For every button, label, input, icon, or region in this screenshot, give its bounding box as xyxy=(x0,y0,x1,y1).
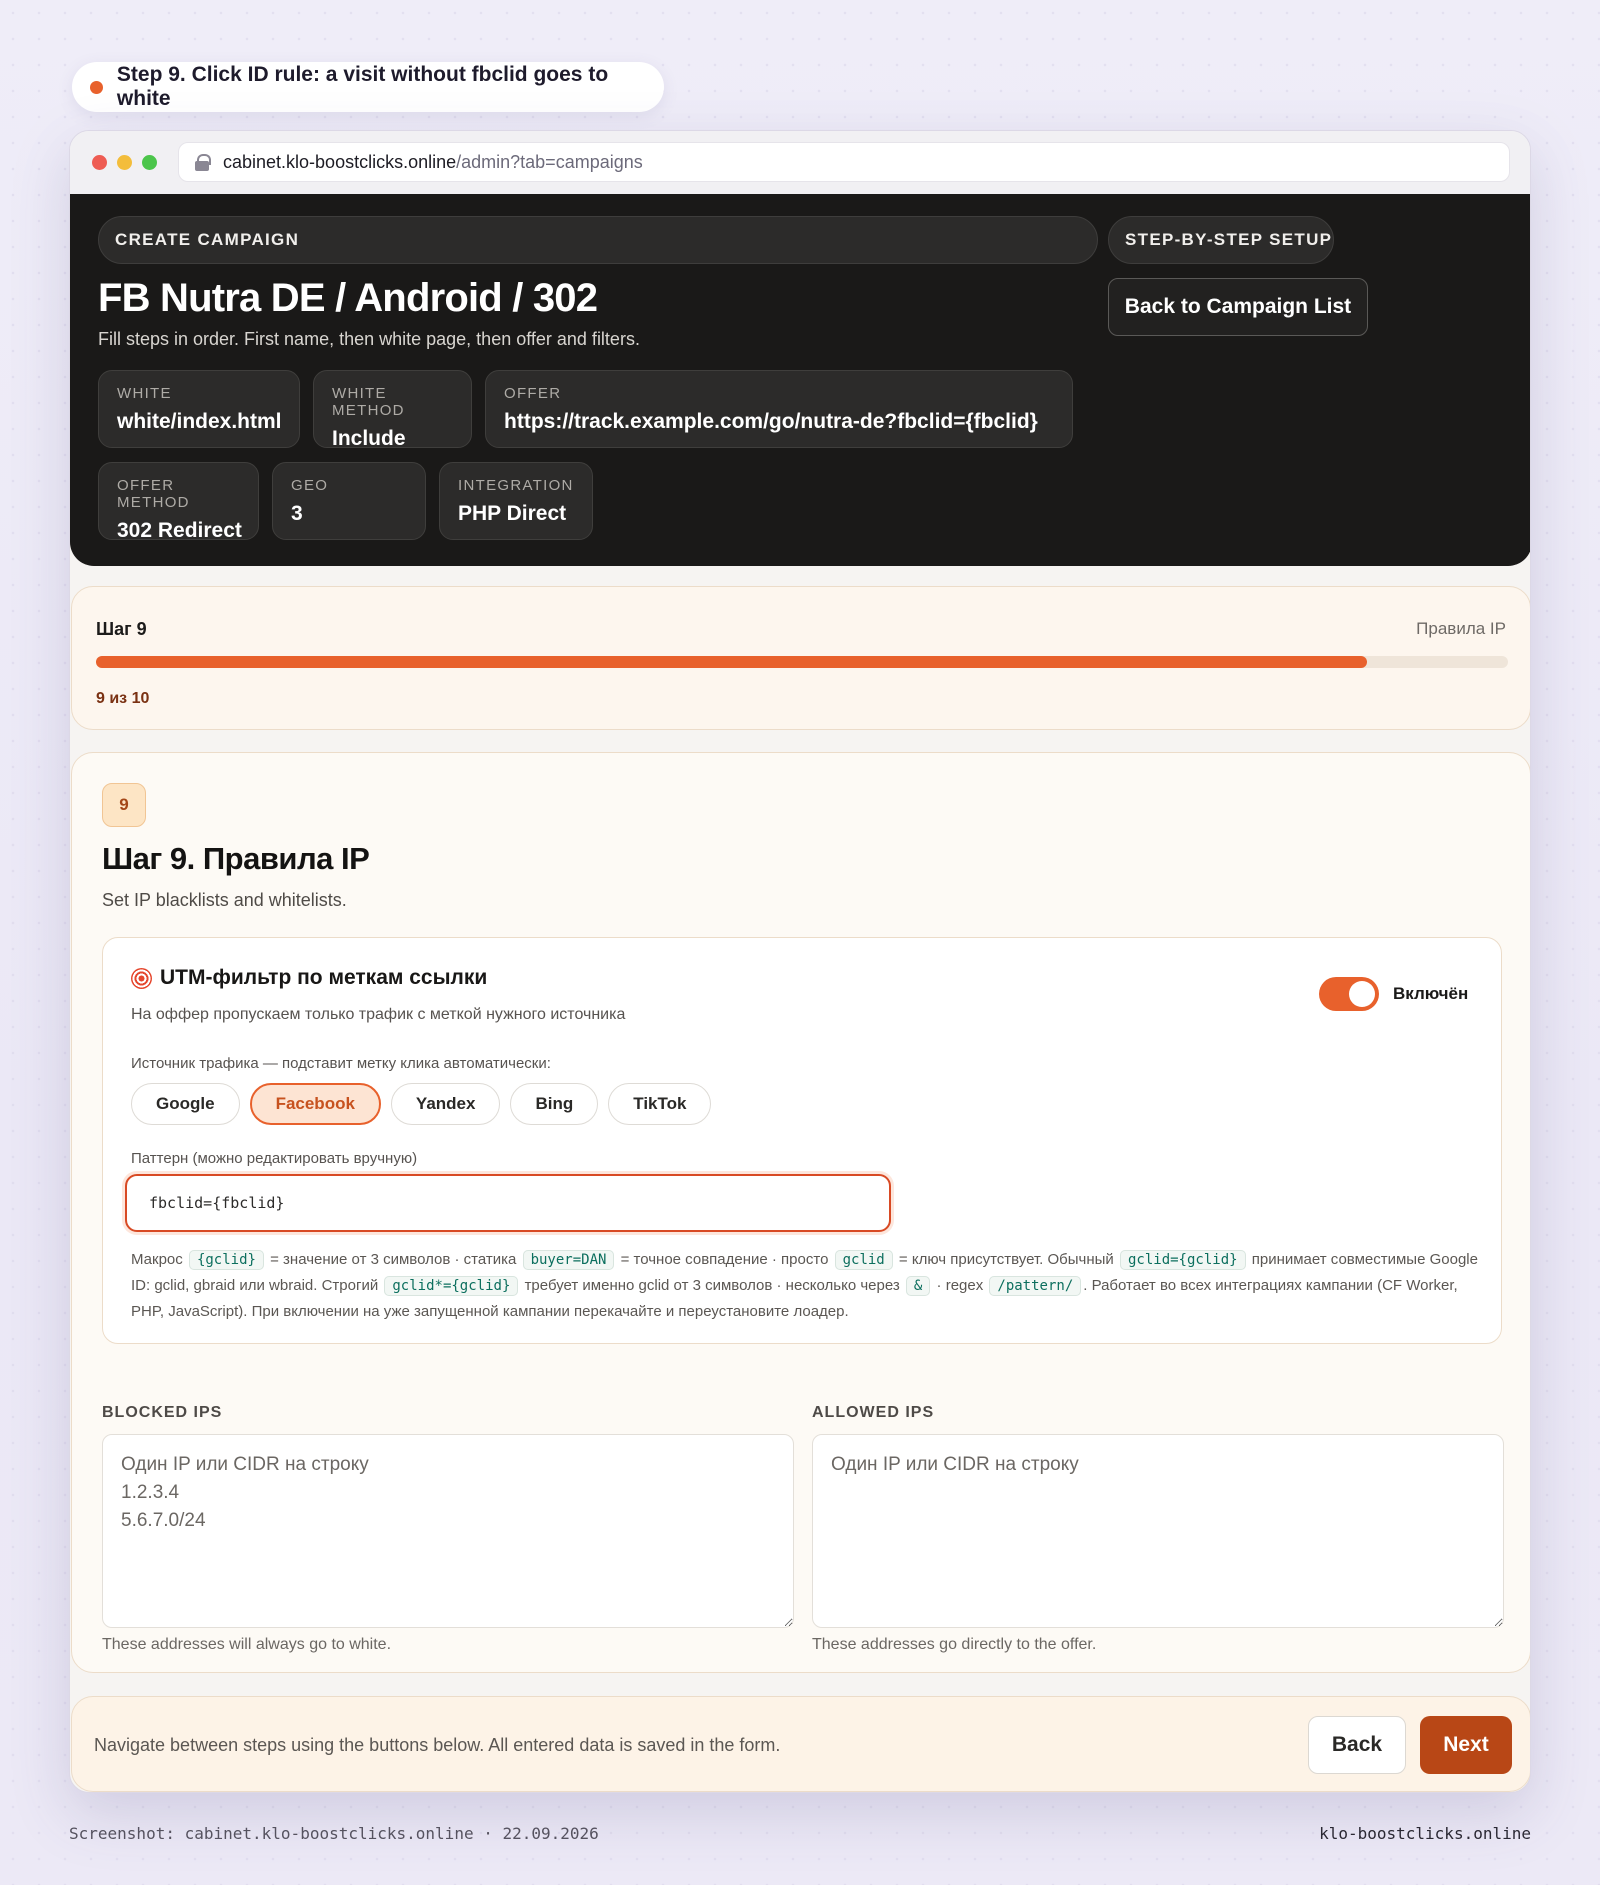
help-text: = точное совпадение · просто xyxy=(620,1251,829,1268)
blocked-ips-label: BLOCKED IPS xyxy=(102,1404,223,1421)
source-chip-facebook[interactable]: Facebook xyxy=(249,1083,381,1125)
help-text: Макрос xyxy=(131,1251,183,1268)
utm-filter-title-text: UTM-фильтр по меткам ссылки xyxy=(160,966,488,989)
help-text: = значение от 3 символов · статика xyxy=(270,1251,517,1268)
info-offer-method: OFFER METHOD 302 Redirect xyxy=(98,462,259,542)
info-white-value: white/index.html xyxy=(117,410,282,433)
info-geo-label: GEO xyxy=(291,477,329,494)
url-path: /admin?tab=campaigns xyxy=(456,151,643,172)
help-code: gclid={gclid} xyxy=(1119,1250,1246,1270)
step-card: 9 Шаг 9. Правила IP Set IP blacklists an… xyxy=(71,752,1530,1673)
info-offer-method-value: 302 Redirect xyxy=(117,519,242,542)
utm-filter-description: На оффер пропускаем только трафик с метк… xyxy=(131,1006,626,1023)
help-code: gclid xyxy=(834,1250,893,1270)
utm-filter-title: UTM-фильтр по меткам ссылки xyxy=(131,966,487,990)
maximize-window-icon[interactable] xyxy=(142,155,157,170)
source-chip-google[interactable]: Google xyxy=(131,1083,240,1125)
info-offer-value: https://track.example.com/go/nutra-de?fb… xyxy=(504,410,1038,433)
back-to-list-button[interactable]: Back to Campaign List xyxy=(1108,278,1368,336)
site-caption: klo-boostclicks.online xyxy=(1319,1824,1531,1843)
campaign-subtitle: Fill steps in order. First name, then wh… xyxy=(98,329,640,349)
help-text: требует именно gclid от 3 символов · нес… xyxy=(524,1277,900,1294)
minimize-window-icon[interactable] xyxy=(117,155,132,170)
source-chip-tiktok[interactable]: TikTok xyxy=(608,1083,712,1125)
help-text: = ключ присутствует. Обычный xyxy=(898,1251,1114,1268)
create-campaign-tag: CREATE CAMPAIGN xyxy=(98,216,1098,264)
banner-text: Step 9. Click ID rule: a visit without f… xyxy=(116,63,609,110)
progress-bar-fill xyxy=(96,656,1367,668)
progress-step-name: Правила IP xyxy=(1416,619,1506,638)
info-integration-value: PHP Direct xyxy=(458,502,567,525)
step-by-step-tag: STEP-BY-STEP SETUP xyxy=(1108,216,1334,264)
help-code: {gclid} xyxy=(188,1250,264,1270)
navigation-hint: Navigate between steps using the buttons… xyxy=(94,1735,781,1755)
banner-dot-icon xyxy=(90,80,103,94)
allowed-ips-hint: These addresses go directly to the offer… xyxy=(812,1636,1097,1653)
address-bar[interactable]: cabinet.klo-boostclicks.online/admin?tab… xyxy=(178,142,1510,182)
progress-count: 9 из 10 xyxy=(96,690,150,707)
info-integration-label: INTEGRATION xyxy=(458,477,574,494)
campaign-title: FB Nutra DE / Android / 302 xyxy=(98,276,598,320)
info-offer-label: OFFER xyxy=(504,385,562,402)
source-chip-bing[interactable]: Bing xyxy=(510,1083,599,1125)
info-white-method-label: WHITE METHOD xyxy=(332,385,405,419)
pattern-label: Паттерн (можно редактировать вручную) xyxy=(131,1150,418,1167)
info-offer-method-label: OFFER METHOD xyxy=(117,477,190,511)
pattern-input[interactable] xyxy=(125,1174,891,1232)
browser-chrome: cabinet.klo-boostclicks.online/admin?tab… xyxy=(70,131,1530,194)
info-white-method-value: Include xyxy=(332,427,406,450)
info-white-label: WHITE xyxy=(117,385,172,402)
allowed-ips-textarea[interactable] xyxy=(812,1434,1504,1628)
progress-card: Шаг 9 Правила IP 9 из 10 xyxy=(71,586,1530,730)
step-subtitle: Set IP blacklists and whitelists. xyxy=(102,890,347,910)
next-button[interactable]: Next xyxy=(1420,1716,1512,1774)
help-code: gclid*={gclid} xyxy=(384,1276,519,1296)
info-white: WHITE white/index.html xyxy=(98,370,300,448)
step-banner: Step 9. Click ID rule: a visit without f… xyxy=(72,62,664,112)
progress-step-label: Шаг 9 xyxy=(96,619,147,639)
campaign-header: CREATE CAMPAIGN STEP-BY-STEP SETUP FB Nu… xyxy=(70,194,1530,566)
blocked-ips-textarea[interactable] xyxy=(102,1434,794,1628)
help-code: /pattern/ xyxy=(989,1276,1082,1296)
help-code: & xyxy=(905,1276,931,1296)
info-integration: INTEGRATION PHP Direct xyxy=(439,462,593,540)
step-navigation: Navigate between steps using the buttons… xyxy=(71,1696,1530,1792)
close-window-icon[interactable] xyxy=(92,155,107,170)
info-white-method: WHITE METHOD Include xyxy=(313,370,472,450)
allowed-ips-label: ALLOWED IPS xyxy=(812,1404,935,1421)
blocked-ips-hint: These addresses will always go to white. xyxy=(102,1636,392,1653)
screenshot-caption: Screenshot: cabinet.klo-boostclicks.onli… xyxy=(69,1824,599,1843)
step-title: Шаг 9. Правила IP xyxy=(102,841,370,876)
step-number-badge: 9 xyxy=(102,783,146,827)
lock-icon xyxy=(195,153,211,171)
source-chip-yandex[interactable]: Yandex xyxy=(390,1083,501,1125)
info-geo-value: 3 xyxy=(291,502,303,525)
progress-bar xyxy=(96,656,1508,668)
info-geo: GEO 3 xyxy=(272,462,426,540)
target-icon xyxy=(131,967,152,989)
url-host: cabinet.klo-boostclicks.online xyxy=(223,151,457,172)
help-code: buyer=DAN xyxy=(522,1250,615,1270)
utm-filter-toggle-label: Включён xyxy=(1393,984,1469,1003)
traffic-source-label: Источник трафика — подставит метку клика… xyxy=(131,1055,551,1072)
pattern-help-text: Макрос {gclid} = значение от 3 символов … xyxy=(131,1247,1481,1325)
back-button[interactable]: Back xyxy=(1308,1716,1406,1774)
utm-filter-toggle[interactable] xyxy=(1319,977,1379,1011)
browser-window: cabinet.klo-boostclicks.online/admin?tab… xyxy=(69,130,1531,1793)
help-text: · regex xyxy=(936,1277,984,1294)
traffic-source-chips: Google Facebook Yandex Bing TikTok xyxy=(131,1083,712,1125)
info-offer: OFFER https://track.example.com/go/nutra… xyxy=(485,370,1073,448)
utm-filter-panel: UTM-фильтр по меткам ссылки На оффер про… xyxy=(102,937,1502,1344)
